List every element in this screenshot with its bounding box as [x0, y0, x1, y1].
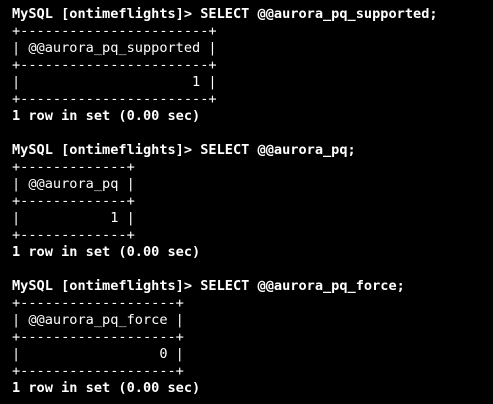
table-border-mid: +-------------+: [12, 193, 135, 209]
table-header-row: | @@aurora_pq_supported |: [12, 40, 217, 56]
table-border-bottom: +-------------+: [12, 227, 135, 243]
table-header-row: | @@aurora_pq_force |: [12, 312, 184, 328]
table-value-row: | 1 |: [12, 210, 135, 226]
table-border-top: +-----------------------+: [12, 23, 217, 39]
result-status-line: 1 row in set (0.00 sec): [12, 244, 201, 260]
query-block-force: MySQL [ontimeflights]> SELECT @@aurora_p…: [12, 278, 493, 397]
query-block-pq: MySQL [ontimeflights]> SELECT @@aurora_p…: [12, 142, 493, 261]
command-prompt-line: MySQL [ontimeflights]> SELECT @@aurora_p…: [12, 142, 356, 158]
result-status-line: 1 row in set (0.00 sec): [12, 380, 201, 396]
table-header-row: | @@aurora_pq |: [12, 176, 135, 192]
table-border-bottom: +-----------------------+: [12, 91, 217, 107]
table-border-bottom: +-------------------+: [12, 363, 184, 379]
result-status-line: 1 row in set (0.00 sec): [12, 108, 201, 124]
command-prompt-line: MySQL [ontimeflights]> SELECT @@aurora_p…: [12, 278, 405, 294]
table-border-top: +-------------+: [12, 159, 135, 175]
table-value-row: | 0 |: [12, 346, 184, 362]
table-border-mid: +-----------------------+: [12, 57, 217, 73]
table-border-mid: +-------------------+: [12, 329, 184, 345]
table-border-top: +-------------------+: [12, 295, 184, 311]
command-prompt-line: MySQL [ontimeflights]> SELECT @@aurora_p…: [12, 6, 438, 22]
terminal-output[interactable]: MySQL [ontimeflights]> SELECT @@aurora_p…: [0, 0, 493, 404]
query-block-supported: MySQL [ontimeflights]> SELECT @@aurora_p…: [12, 6, 493, 125]
table-value-row: | 1 |: [12, 74, 217, 90]
